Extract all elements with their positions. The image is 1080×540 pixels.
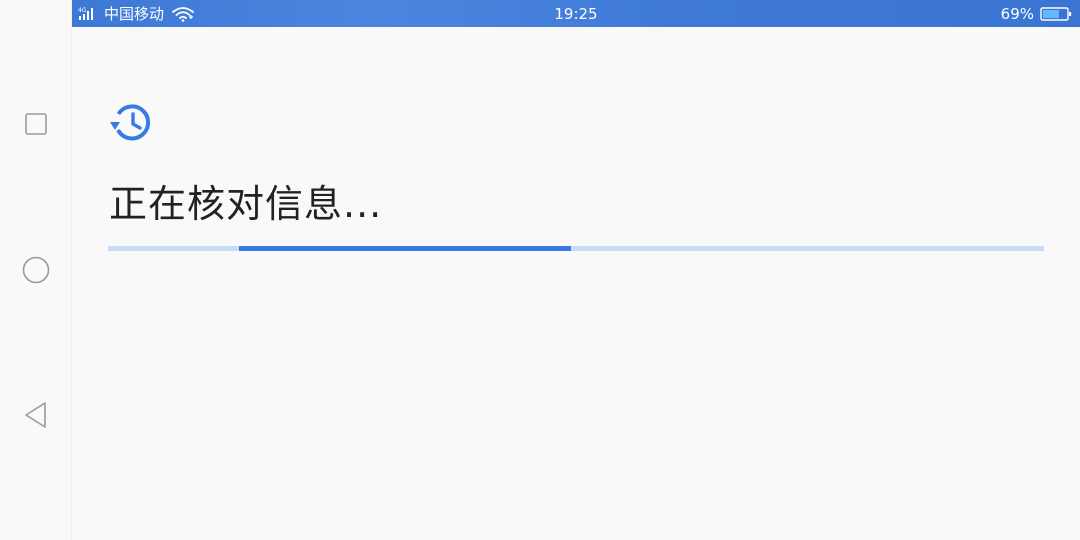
history-clock-icon [108, 102, 154, 144]
main-content: 正在核对信息... [72, 27, 1080, 540]
circle-home-icon [22, 256, 50, 284]
home-button[interactable] [18, 252, 54, 288]
progress-bar [108, 246, 1044, 251]
progress-indicator [239, 246, 572, 251]
status-time: 19:25 [554, 4, 598, 23]
battery-percentage: 69% [1000, 4, 1034, 23]
status-left-group: 4G 中国移动 [78, 0, 194, 27]
carrier-name: 中国移动 [104, 5, 165, 23]
battery-icon [1040, 6, 1072, 22]
recent-apps-button[interactable] [18, 106, 54, 142]
svg-text:4G: 4G [78, 7, 87, 14]
back-button[interactable] [18, 397, 54, 433]
status-bar: 4G 中国移动 19:25 69% [72, 0, 1080, 27]
triangle-back-icon [25, 402, 46, 428]
cellular-signal-icon: 4G [78, 6, 100, 22]
navigation-bar [0, 0, 72, 540]
square-recent-apps-icon [25, 113, 47, 135]
page-title: 正在核对信息... [109, 182, 383, 226]
wifi-icon [172, 6, 194, 22]
status-right-group: 69% [1001, 0, 1072, 27]
